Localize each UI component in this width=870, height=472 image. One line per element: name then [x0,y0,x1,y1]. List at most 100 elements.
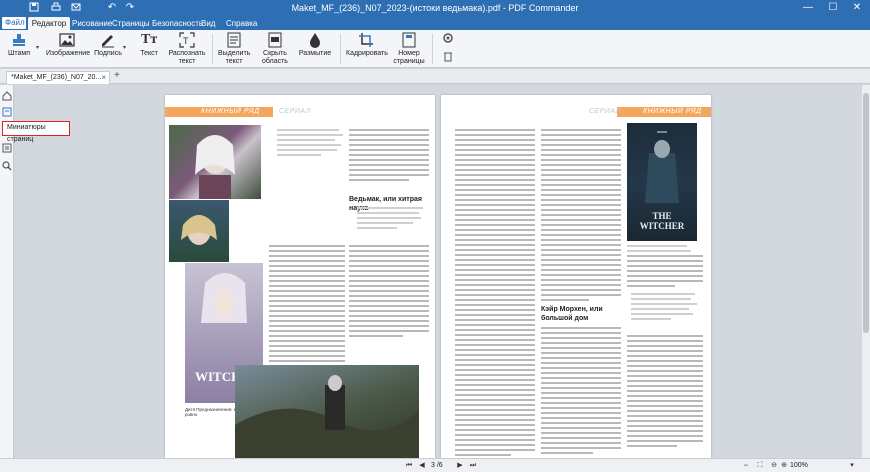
file-menu-button[interactable]: Файл ▾ [2,17,26,39]
woman-portrait-image [169,200,229,262]
ribbon-toolbar: Штамп ▾ Изображение Подпись ▾ Tт Текст T… [0,30,870,68]
text-button[interactable]: Tт Текст [134,32,164,66]
document-tab[interactable]: *Maket_MF_(236)_N07_20... × [6,71,110,84]
stamp-label: Штамп [7,50,31,57]
first-page-button[interactable]: ⏮ [403,460,415,472]
home-icon[interactable] [2,91,12,101]
section-subheader: СЕРИАЛ [279,108,311,115]
current-page-number[interactable]: 3 [431,462,435,469]
section-subheader: СЕРИАЛ [589,108,621,115]
select-text-icon [226,32,242,48]
status-bar: ⏮ ◀ 3 /6 ▶ ⏭ ⇔ ⛶ ⊖ ⊕ 100% ▾ [0,458,870,472]
next-page-button[interactable]: ▶ [454,460,466,472]
ribbon-separator [212,34,213,64]
select-text-button[interactable]: Выделить текст [218,32,250,66]
stamp-icon [11,32,27,48]
section-header: КНИЖНЫЙ РЯД [643,108,702,115]
witcher-book-cover-right: THE WITCHER [627,123,697,241]
hide-area-button[interactable]: Скрыть область [258,32,292,66]
tab-help[interactable]: Справка [226,17,257,30]
document-tabs: *Maket_MF_(236)_N07_20... × + [0,69,870,84]
blur-button[interactable]: Размытие [297,32,333,66]
right-subheading: Кэйр Морхен, или большой дом [541,306,603,322]
tab-pages[interactable]: Страницы [112,17,150,30]
page-number-button[interactable]: Номер страницы [392,32,426,66]
left-quote-block-2 [357,207,429,232]
page-indicator: 3 /6 [431,461,443,471]
ribbon-tabs: Файл ▾ Редактор Рисование Страницы Безоп… [0,16,870,39]
delete-button[interactable] [440,50,456,64]
left-quote-block [277,129,347,159]
stamp-dropdown-arrow[interactable]: ▾ [36,44,39,51]
hide-area-icon [267,32,283,48]
page-right: КНИЖНЫЙ РЯД СЕРИАЛ Кэйр Морхен, или боль… [441,95,711,458]
bookmarks-icon[interactable] [2,107,12,117]
recognize-label: Распознать текст [168,50,206,65]
ribbon-separator [432,34,433,64]
minimize-button[interactable]: — [797,1,819,15]
right-text-column-1 [455,129,535,458]
file-menu-label: Файл [5,18,25,27]
crop-label: Кадрировать [346,50,388,57]
left-text-column-3 [349,245,429,340]
document-viewer[interactable] [15,85,862,458]
right-text-column-4 [627,255,703,290]
total-pages: /6 [436,462,443,469]
stamp-button[interactable]: Штамп [4,32,34,66]
page-thumbnails-tooltip: Миниатюры страниц [2,121,70,143]
book-title: THE WITCHER [639,211,685,231]
right-quote-block [631,293,701,323]
image-label: Изображение [46,50,91,57]
image-icon [59,32,75,48]
close-button[interactable]: ✕ [846,1,868,15]
blur-label: Размытие [298,50,332,57]
recognize-text-button[interactable]: T Распознать текст [168,32,206,66]
tab-view[interactable]: Вид [201,17,215,30]
blur-drop-icon [307,32,323,48]
settings-small-button[interactable] [440,32,456,46]
tab-security[interactable]: Безопасность [152,17,203,30]
trash-icon [440,50,456,66]
signature-label: Подпись [94,50,122,57]
section-header: КНИЖНЫЙ РЯД [201,108,260,115]
ciri-image [169,125,261,199]
page-number-icon [401,32,417,48]
signature-dropdown-arrow[interactable]: ▾ [123,44,126,51]
text-label: Текст [140,50,158,57]
right-image-caption [627,245,697,255]
settings-icon [440,32,456,48]
tab-drawing[interactable]: Рисование [72,17,112,30]
add-tab-button[interactable]: + [114,70,120,81]
right-text-column-2 [541,129,621,304]
document-tab-label: *Maket_MF_(236)_N07_20... [11,74,102,81]
tab-editor[interactable]: Редактор [28,17,70,30]
ribbon-separator [340,34,341,64]
vertical-scrollbar[interactable] [862,85,870,458]
window-title: Maket_MF_(236)_N07_2023-(истоки ведьмака… [291,3,579,13]
last-page-button[interactable]: ⏭ [467,460,479,472]
maximize-button[interactable]: ☐ [822,1,844,15]
recognize-icon: T [179,32,195,48]
right-text-column-5 [627,335,703,450]
zoom-dropdown-icon[interactable]: ▾ [846,460,858,472]
scrollbar-thumb[interactable] [863,93,869,333]
title-bar: ↶ ↷ Maket_MF_(236)_N07_2023-(истоки ведь… [0,0,870,16]
geralt-scene-image [235,365,419,458]
page-number-label: Номер страницы [393,50,425,65]
signature-button[interactable]: Подпись [92,32,124,66]
search-icon[interactable] [2,161,12,171]
previous-page-button[interactable]: ◀ [416,460,428,472]
crop-button[interactable]: Кадрировать [346,32,388,66]
right-text-column-3 [541,327,621,457]
select-text-label: Выделить текст [218,50,251,65]
hide-area-label: Скрыть область [262,50,288,65]
crop-icon [358,32,374,48]
image-button[interactable]: Изображение [46,32,91,66]
fit-page-icon[interactable]: ⛶ [754,460,766,472]
zoom-in-icon[interactable]: ⊕ [778,460,790,472]
signature-icon [100,32,116,48]
text-icon: Tт [141,32,158,47]
fit-width-icon[interactable]: ⇔ [740,460,752,472]
zoom-level[interactable]: 100% [790,461,808,471]
close-tab-icon[interactable]: × [101,72,106,84]
